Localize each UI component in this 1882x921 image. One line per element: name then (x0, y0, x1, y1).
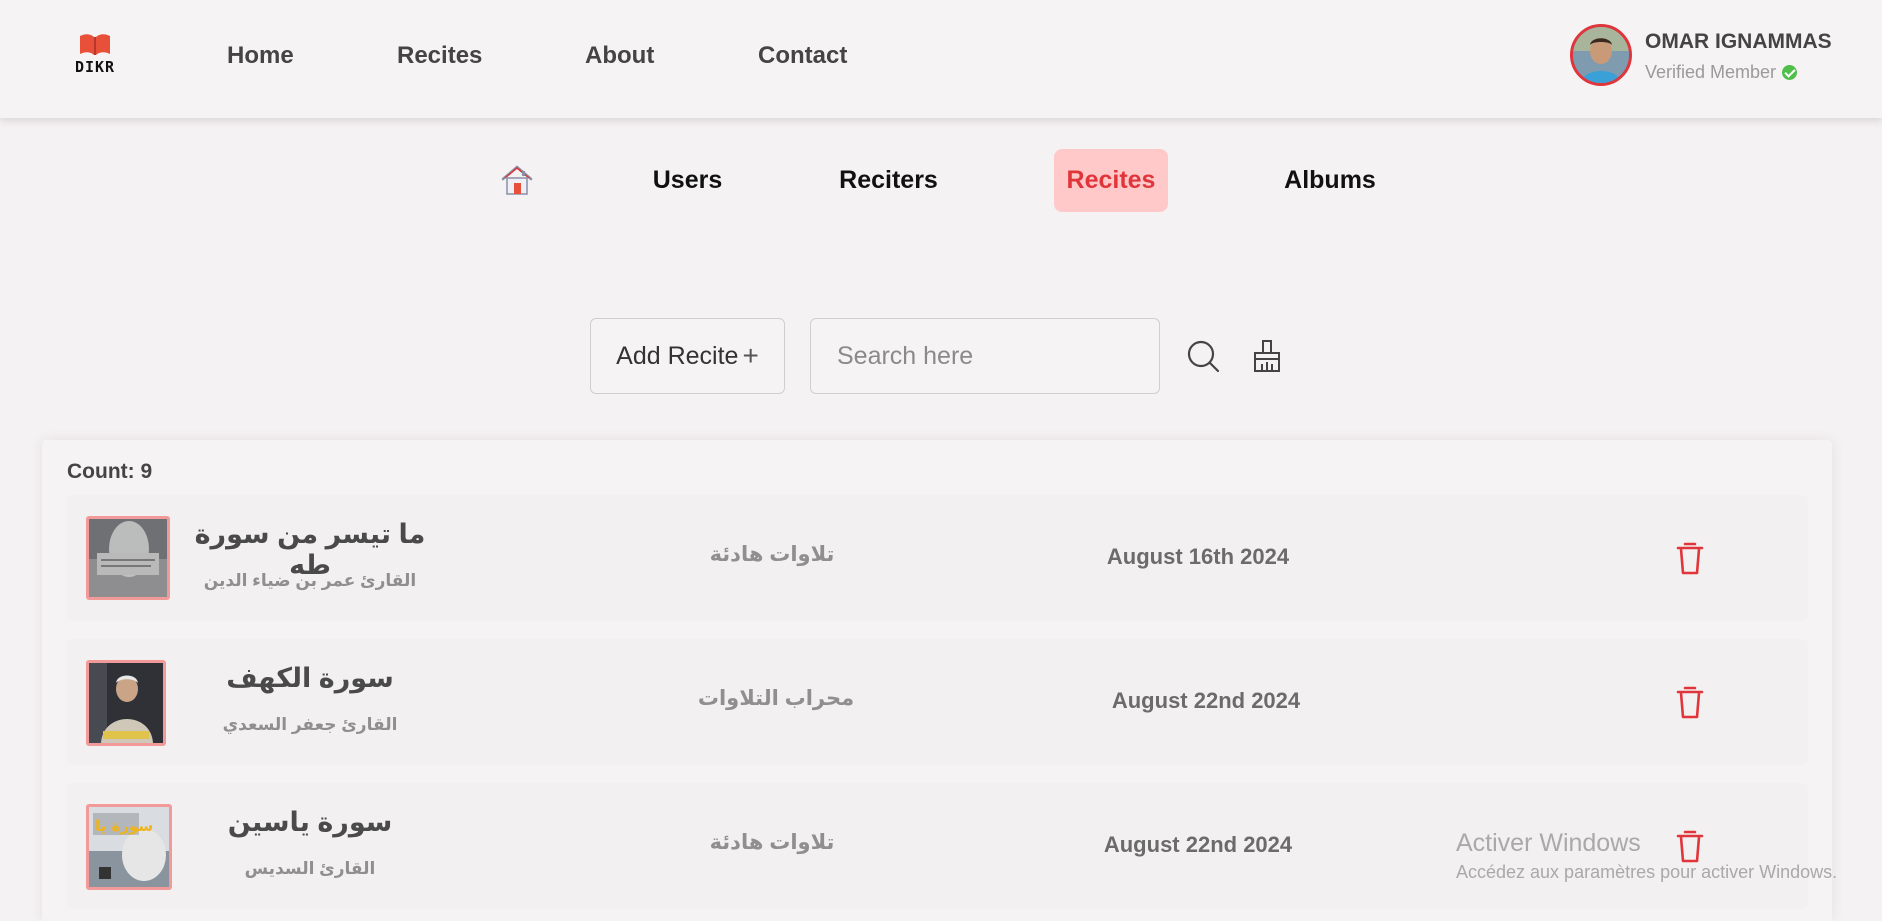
recite-thumbnail (86, 516, 170, 600)
recite-album: محراب التلاوات (697, 687, 855, 710)
recite-title: سورة الكهف (226, 663, 394, 693)
recite-album: تلاوات هادئة (709, 831, 835, 854)
trash-icon[interactable] (1674, 828, 1706, 864)
avatar[interactable] (1570, 24, 1632, 86)
recite-title: سورة ياسين (227, 807, 393, 837)
recite-reciter: القارئ السديس (244, 859, 376, 878)
recite-thumbnail (86, 660, 166, 746)
nav-home[interactable]: Home (227, 42, 294, 70)
trash-icon[interactable] (1674, 684, 1706, 720)
list-item[interactable]: سورة الكهف القارئ جعفر السعدي محراب التل… (66, 639, 1808, 765)
profile-name: OMAR IGNAMMAS (1645, 30, 1832, 53)
verified-check-icon (1782, 65, 1798, 80)
tab-users[interactable]: Users (640, 149, 735, 212)
profile-status: Verified Member (1645, 62, 1798, 83)
plus-icon: + (742, 340, 759, 371)
recite-date: August 22nd 2024 (1111, 688, 1301, 713)
recite-album: تلاوات هادئة (709, 543, 835, 566)
list-item[interactable]: ما تيسر من سورة طه القارئ عمر بن ضياء ال… (66, 495, 1808, 621)
trash-icon[interactable] (1674, 540, 1706, 576)
tab-reciters[interactable]: Reciters (826, 149, 951, 212)
tab-recites[interactable]: Recites (1054, 149, 1168, 212)
recites-count: Count: 9 (67, 460, 153, 483)
search-input[interactable] (810, 318, 1160, 394)
windows-activation-title: Activer Windows (1456, 829, 1641, 857)
svg-text:سورة يا: سورة يا (95, 817, 153, 835)
user-profile[interactable]: OMAR IGNAMMAS Verified Member (1570, 24, 1870, 88)
recite-date: August 22nd 2024 (1103, 832, 1293, 857)
add-recite-button[interactable]: Add Recite + (590, 318, 785, 394)
top-header: DIKR Home Recites About Contact OMAR IGN… (0, 0, 1882, 118)
brand-logo[interactable]: DIKR (70, 32, 120, 76)
brand-name: DIKR (74, 58, 116, 76)
recite-date: August 16th 2024 (1106, 544, 1290, 569)
nav-recites[interactable]: Recites (397, 42, 482, 70)
recite-thumbnail: سورة يا (86, 804, 172, 890)
windows-activation-subtitle: Accédez aux paramètres pour activer Wind… (1456, 862, 1838, 882)
recite-reciter: القارئ جعفر السعدي (222, 715, 398, 734)
recite-reciter: القارئ عمر بن ضياء الدين (203, 571, 417, 590)
open-book-icon (80, 34, 110, 55)
house-icon[interactable] (500, 163, 534, 197)
profile-status-text: Verified Member (1645, 62, 1777, 82)
nav-about[interactable]: About (585, 42, 654, 70)
nav-contact[interactable]: Contact (758, 42, 847, 70)
tab-albums[interactable]: Albums (1270, 149, 1390, 212)
magnifier-icon[interactable] (1186, 338, 1220, 374)
broom-icon[interactable] (1250, 338, 1284, 374)
add-recite-label: Add Recite (616, 341, 739, 370)
